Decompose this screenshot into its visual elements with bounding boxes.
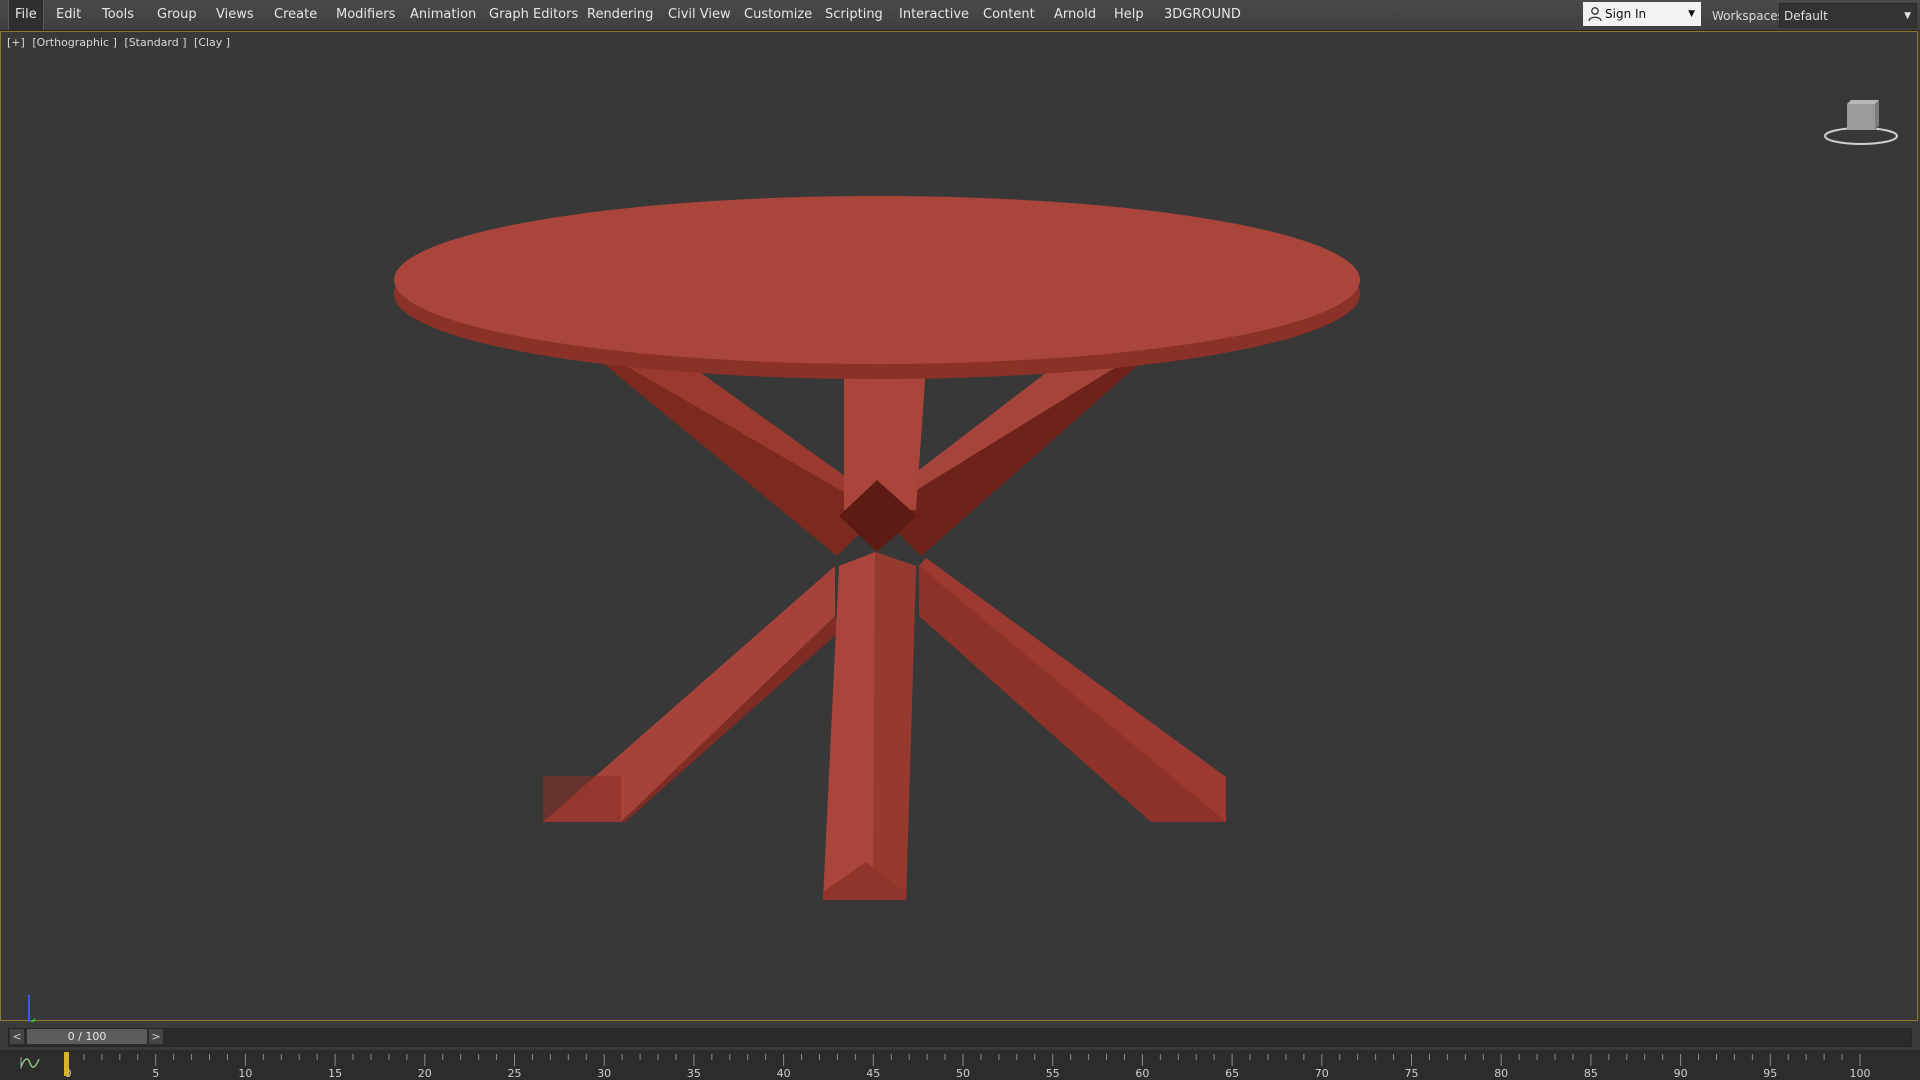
timeline-tick-label: 75 (1405, 1067, 1419, 1080)
timeline-tick-label: 30 (597, 1067, 611, 1080)
menu-bar: File Edit Tools Group Views Create Modif… (0, 0, 1920, 31)
menu-file[interactable]: File (8, 0, 44, 30)
timeline-ruler: 0510152025303540455055606570758085909510… (64, 1052, 1871, 1080)
timeline-tick-label: 40 (777, 1067, 791, 1080)
leg-front-left-end (543, 776, 621, 822)
leg-front-right-side (919, 558, 1226, 822)
timeline-tick-label: 50 (956, 1067, 970, 1080)
menu-create[interactable]: Create (268, 0, 323, 30)
menu-views[interactable]: Views (210, 0, 260, 30)
chevron-down-icon: ▼ (1688, 9, 1695, 19)
timeline-tick-label: 5 (152, 1067, 159, 1080)
viewport-orthographic[interactable]: [+] [Orthographic ] [Standard ] [Clay ] (0, 31, 1919, 1026)
time-slider-track[interactable] (8, 1028, 1912, 1047)
menu-animation[interactable]: Animation (404, 0, 482, 30)
leg-front-center-side (873, 552, 916, 900)
menu-customize[interactable]: Customize (738, 0, 818, 30)
timeline-tick-label: 35 (687, 1067, 701, 1080)
current-frame-marker[interactable] (64, 1052, 69, 1076)
timeline-tick-label: 20 (418, 1067, 432, 1080)
table-model[interactable] (1, 32, 1919, 1022)
menu-scripting[interactable]: Scripting (819, 0, 889, 30)
chevron-down-icon: ▼ (1904, 11, 1911, 21)
timeline-tick-label: 25 (508, 1067, 522, 1080)
timeline-tick-label: 100 (1850, 1067, 1871, 1080)
timeline-tick-label: 55 (1046, 1067, 1060, 1080)
menu-rendering[interactable]: Rendering (581, 0, 659, 30)
timeline-tick-label: 90 (1674, 1067, 1688, 1080)
menu-edit[interactable]: Edit (50, 0, 87, 30)
leg-front-left-side (621, 616, 839, 822)
timeline-tick-label: 45 (866, 1067, 880, 1080)
timeline-tick-label: 10 (238, 1067, 252, 1080)
workspaces-label: Workspaces: (1712, 9, 1788, 23)
time-slider-thumb[interactable]: 0 / 100 (27, 1029, 147, 1044)
user-icon (1588, 7, 1602, 22)
timeline-tick-label: 95 (1763, 1067, 1777, 1080)
timeline-tick-label: 70 (1315, 1067, 1329, 1080)
menu-tools[interactable]: Tools (96, 0, 140, 30)
menu-group[interactable]: Group (151, 0, 203, 30)
timeline-tick-label: 85 (1584, 1067, 1598, 1080)
menu-graph-editors[interactable]: Graph Editors (483, 0, 584, 30)
menu-interactive[interactable]: Interactive (893, 0, 975, 30)
timeline-tick-label: 15 (328, 1067, 342, 1080)
timeline-tick-label: 60 (1135, 1067, 1149, 1080)
menu-content[interactable]: Content (977, 0, 1041, 30)
tabletop (394, 196, 1360, 364)
timeline-tick-label: 80 (1494, 1067, 1508, 1080)
sign-in-button[interactable]: Sign In ▼ (1583, 2, 1701, 26)
time-slider-prev-button[interactable]: < (10, 1029, 24, 1044)
menu-civil-view[interactable]: Civil View (662, 0, 737, 30)
time-slider-panel: < 0 / 100 > 0510152025303540455055606570… (0, 1022, 1920, 1080)
timeline-tick-label: 65 (1225, 1067, 1239, 1080)
menu-3dground[interactable]: 3DGROUND (1158, 0, 1247, 30)
sign-in-label: Sign In (1605, 7, 1647, 21)
workspace-select[interactable]: Default ▼ (1779, 3, 1917, 28)
menu-arnold[interactable]: Arnold (1048, 0, 1102, 30)
workspace-value: Default (1784, 9, 1828, 23)
viewcube[interactable] (1821, 100, 1901, 156)
menu-help[interactable]: Help (1108, 0, 1150, 30)
time-slider-next-button[interactable]: > (149, 1029, 163, 1044)
menu-modifiers[interactable]: Modifiers (330, 0, 401, 30)
